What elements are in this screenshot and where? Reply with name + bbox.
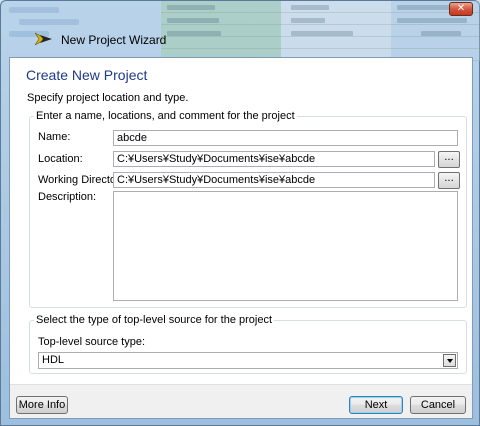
more-info-button[interactable]: More Info	[16, 396, 68, 414]
source-type-group: Select the type of top-level source for …	[29, 314, 467, 374]
source-type-group-title: Select the type of top-level source for …	[34, 314, 275, 326]
page-heading: Create New Project	[26, 67, 148, 83]
source-type-dropdown[interactable]: HDL	[38, 352, 458, 369]
close-button[interactable]: ✕	[449, 2, 473, 16]
working-directory-field[interactable]: C:¥Users¥Study¥Documents¥ise¥abcde	[113, 172, 435, 188]
location-browse-button[interactable]: ...	[438, 151, 460, 168]
working-directory-browse-button[interactable]: ...	[438, 172, 460, 189]
name-label: Name:	[38, 131, 71, 143]
page-subtitle: Specify project location and type.	[27, 92, 189, 104]
project-details-group-title: Enter a name, locations, and comment for…	[34, 110, 297, 122]
cancel-button[interactable]: Cancel	[410, 396, 466, 414]
description-textarea[interactable]	[113, 191, 458, 301]
name-field[interactable]: abcde	[113, 130, 458, 146]
footer-divider	[10, 384, 472, 385]
location-label: Location:	[38, 153, 83, 165]
chevron-down-icon[interactable]	[443, 354, 456, 367]
window-title: New Project Wizard	[61, 33, 167, 47]
wizard-window: ✕ New Project Wizard Create New Project …	[0, 0, 480, 426]
wizard-arrow-icon	[35, 32, 52, 46]
background-application	[1, 1, 480, 61]
source-type-label: Top-level source type:	[38, 336, 145, 348]
wizard-page: Create New Project Specify project locat…	[10, 58, 472, 384]
location-field[interactable]: C:¥Users¥Study¥Documents¥ise¥abcde	[113, 151, 435, 167]
source-type-value: HDL	[42, 354, 65, 366]
project-details-group: Enter a name, locations, and comment for…	[29, 110, 467, 308]
wizard-client-area: Create New Project Specify project locat…	[9, 57, 473, 419]
next-button[interactable]: Next	[349, 396, 403, 414]
description-label: Description:	[38, 191, 97, 203]
